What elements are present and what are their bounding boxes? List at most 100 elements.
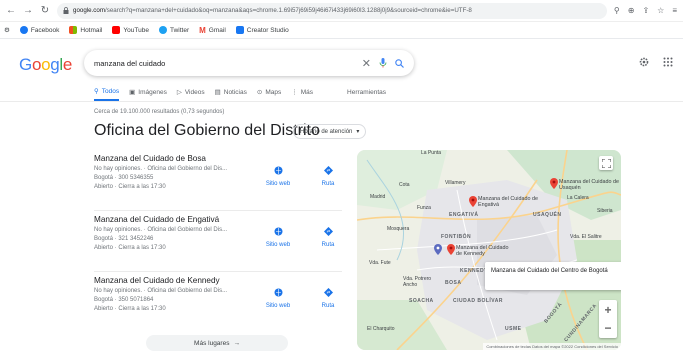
globe-icon <box>271 224 285 238</box>
map-attribution[interactable]: Combinaciones de teclas Datos del mapa ©… <box>483 343 621 350</box>
map-label: FONTIBÓN <box>441 234 472 240</box>
pin-label: Manzana del Cuidado de Engativá <box>478 196 538 208</box>
tab-maps[interactable]: ⊙ Maps <box>257 87 281 101</box>
result-stats: Cerca de 19.100.000 resultados (0,73 seg… <box>94 109 225 115</box>
place-card-kennedy[interactable]: Manzana del Cuidado de Kennedy No hay op… <box>94 272 342 333</box>
bookmark-hotmail[interactable]: Hotmail <box>69 26 102 34</box>
map-label: Villamery <box>445 180 466 186</box>
zoom-icon[interactable]: ⊕ <box>628 6 635 15</box>
url-path: /search?q=manzana+del+cuidado&oq=manzana… <box>105 7 472 14</box>
news-icon: ▤ <box>214 89 221 96</box>
bookmark-twitter[interactable]: Twitter <box>158 26 189 34</box>
place-status: Abierto · Cierra a las 17:30 <box>94 306 166 312</box>
place-rating: No hay opiniones. · Oficina del Gobierno… <box>94 288 228 294</box>
place-name[interactable]: Manzana del Cuidado de Engativá <box>94 215 219 224</box>
place-name[interactable]: Manzana del Cuidado de Kennedy <box>94 276 220 285</box>
reload-icon[interactable]: ↻ <box>40 5 50 17</box>
twitter-icon <box>158 26 167 34</box>
tabs-divider <box>0 101 683 102</box>
map-label: USAQUÉN <box>533 212 562 218</box>
map-label: USME <box>505 326 522 332</box>
map-label: Funza <box>417 205 431 211</box>
settings-gear-icon[interactable] <box>639 57 649 67</box>
map-label: Vda. El Salitre <box>570 234 602 240</box>
tab-mas[interactable]: ⋮ Más <box>291 87 313 101</box>
map-pin-icon: ⊙ <box>256 89 263 96</box>
tab-noticias[interactable]: ▤ Noticias <box>215 87 247 101</box>
more-vert-icon: ⋮ <box>291 89 298 96</box>
apps-icon[interactable]: ⚙ <box>4 26 10 34</box>
back-arrow-icon[interactable]: ← <box>6 5 16 17</box>
more-places-button[interactable]: Más lugares → <box>146 335 288 351</box>
map-label: SOACHA <box>409 298 434 304</box>
route-button[interactable]: Ruta <box>314 224 342 248</box>
arrow-right-icon: → <box>233 339 240 347</box>
route-button[interactable]: Ruta <box>314 163 342 187</box>
map-label: KENNEDY <box>460 268 488 274</box>
bookmarks-bar: ⚙ Facebook Hotmail YouTube Twitter M Gmai… <box>0 22 683 39</box>
website-button[interactable]: Sitio web <box>264 224 292 248</box>
gmail-icon: M <box>199 25 206 35</box>
google-logo[interactable]: Google <box>19 55 72 75</box>
chevron-down-icon: ▾ <box>356 129 360 135</box>
places-list: Manzana del Cuidado de Bosa No hay opini… <box>94 150 342 333</box>
map-pin-icon[interactable] <box>550 178 558 189</box>
microsoft-icon <box>69 26 78 34</box>
map-label: BOSA <box>445 280 462 286</box>
bookmark-creator-studio[interactable]: Creator Studio <box>235 26 289 34</box>
creator-studio-icon <box>235 26 244 34</box>
fullscreen-icon[interactable] <box>599 156 613 170</box>
place-card-engativa[interactable]: Manzana del Cuidado de Engativá No hay o… <box>94 211 342 272</box>
place-card-bosa[interactable]: Manzana del Cuidado de Bosa No hay opini… <box>94 150 342 211</box>
pin-label: Manzana del Cuidado de Usaquén <box>559 179 619 191</box>
search-query[interactable]: manzana del cuidado <box>94 59 362 68</box>
map-panel[interactable]: La Punta Cota Villamery Madrid Funza Mos… <box>357 150 621 350</box>
globe-icon <box>271 285 285 299</box>
page-title: Oficina del Gobierno del Distrito <box>94 122 320 139</box>
map-label: Cota <box>399 182 410 188</box>
bookmark-gmail[interactable]: M Gmail <box>199 26 226 35</box>
clear-icon[interactable]: ✕ <box>362 57 371 70</box>
tab-videos[interactable]: ▷ Videos <box>177 87 205 101</box>
bookmark-facebook[interactable]: Facebook <box>19 26 59 34</box>
hours-filter-chip[interactable]: Horario de atención ▾ <box>293 124 367 139</box>
map-label: CIUDAD BOLÍVAR <box>453 298 503 304</box>
website-button[interactable]: Sitio web <box>264 285 292 309</box>
bookmark-youtube[interactable]: YouTube <box>112 26 149 34</box>
place-address: Bogotá · 321 3452246 <box>94 236 154 242</box>
map-label: ENGATIVÁ <box>449 212 479 218</box>
lock-icon <box>63 7 69 14</box>
place-rating: No hay opiniones. · Oficina del Gobierno… <box>94 227 228 233</box>
directions-icon <box>321 163 335 177</box>
reading-list-icon[interactable]: ≡ <box>672 6 677 15</box>
apps-grid-icon[interactable] <box>663 57 673 67</box>
search-input[interactable]: manzana del cuidado ✕ <box>84 50 414 76</box>
map-pin-icon[interactable] <box>447 244 455 255</box>
map-tooltip[interactable]: Manzana del Cuidado del Centro de Bogotá <box>485 262 621 290</box>
map-label: Mosquera <box>387 226 410 232</box>
website-button[interactable]: Sitio web <box>264 163 292 187</box>
tools-button[interactable]: Herramientas <box>347 87 386 101</box>
map-label: Vda. Fute <box>369 260 391 266</box>
share-icon[interactable]: ⇪ <box>642 6 649 15</box>
place-name[interactable]: Manzana del Cuidado de Bosa <box>94 154 206 163</box>
search-icon[interactable] <box>395 58 404 68</box>
forward-arrow-icon[interactable]: → <box>23 5 33 17</box>
zoom-out-icon[interactable]: − <box>604 319 611 337</box>
microphone-icon[interactable] <box>379 58 387 68</box>
place-rating: No hay opiniones. · Oficina del Gobierno… <box>94 166 228 172</box>
route-button[interactable]: Ruta <box>314 285 342 309</box>
bookmark-star-icon[interactable]: ☆ <box>657 6 664 15</box>
tab-todos[interactable]: ⚲ Todos <box>94 87 120 101</box>
image-icon: ▣ <box>129 89 136 96</box>
location-icon[interactable]: ⚲ <box>614 6 620 15</box>
place-address: Bogotá · 300 5346355 <box>94 175 154 181</box>
tab-imagenes[interactable]: ▣ Imágenes <box>129 87 167 101</box>
map-pin-icon[interactable] <box>469 196 477 207</box>
facebook-icon <box>19 26 28 34</box>
address-bar[interactable]: google.com/search?q=manzana+del+cuidado&… <box>57 2 607 19</box>
map-pin-icon[interactable] <box>434 244 442 255</box>
place-address: Bogotá · 350 5071864 <box>94 297 154 303</box>
browser-toolbar: ← → ↻ google.com/search?q=manzana+del+cu… <box>0 0 683 22</box>
zoom-in-icon[interactable]: + <box>604 301 611 319</box>
